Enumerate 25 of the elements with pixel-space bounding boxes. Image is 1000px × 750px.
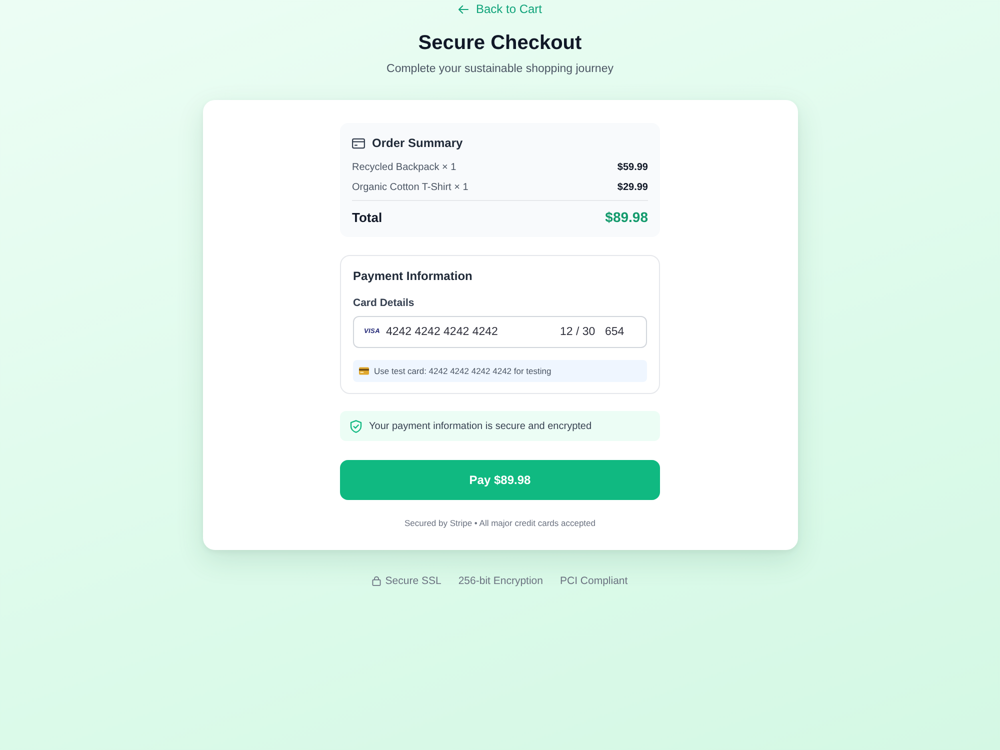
trust-badge-text: 256-bit Encryption [458, 574, 543, 589]
hint-text: Use test card: 4242 4242 4242 4242 for testing [374, 366, 552, 376]
total-label: Total [352, 210, 382, 224]
cvc-input[interactable]: 654 [605, 324, 624, 340]
item-name: Organic Cotton T-Shirt × 1 [352, 182, 468, 192]
credit-card-icon [352, 138, 365, 148]
arrow-left-icon [458, 4, 469, 14]
item-price: $59.99 [617, 162, 648, 172]
item-price: $29.99 [617, 182, 648, 192]
trust-badge-text: Secure SSL [385, 574, 442, 589]
page-subtitle: Complete your sustainable shopping journey [386, 62, 614, 76]
payment-title: Payment Information [353, 268, 474, 284]
credit-card-icon [359, 367, 369, 375]
page-title: Secure Checkout [418, 31, 582, 56]
total-amount: $89.98 [605, 209, 648, 225]
item-name: Recycled Backpack × 1 [352, 162, 456, 172]
order-summary-title: Order Summary [372, 135, 463, 151]
card-details-label: Card Details [353, 296, 416, 310]
card-number-input[interactable]: 4242 4242 4242 4242 [386, 324, 498, 340]
shield-check-icon [350, 420, 362, 432]
trust-badge-text: PCI Compliant [560, 574, 628, 589]
lock-icon [372, 576, 382, 586]
security-note-text: Your payment information is secure and encrypted [369, 420, 592, 432]
stripe-footnote: Secured by Stripe • All major credit cards accepted [404, 517, 596, 529]
expiry-input[interactable]: 12 / 30 [560, 324, 596, 340]
